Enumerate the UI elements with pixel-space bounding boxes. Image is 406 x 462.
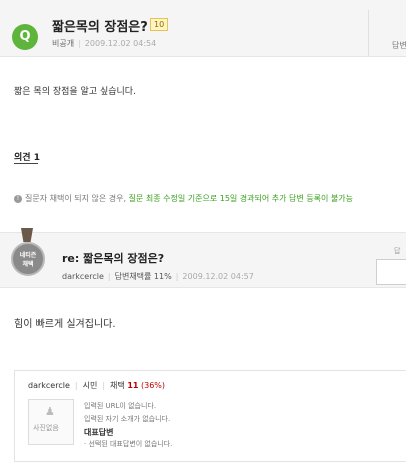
medal-line2: 채택 xyxy=(22,261,34,268)
profile-adopt-label: 채택 xyxy=(110,381,125,390)
opinion-count[interactable]: 의견 1 xyxy=(14,150,40,163)
answer-side-button[interactable] xyxy=(376,259,406,285)
question-points-badge: 10 xyxy=(150,18,169,31)
profile-summary: darkcercle | 시민 | 채택 11 (36%) xyxy=(28,380,165,391)
answer-side-label: 답 xyxy=(394,247,401,255)
answer-meta: darkcercle | 답변채택률 11% | 2009.12.02 04:57 xyxy=(62,271,254,282)
netizen-adopted-medal-icon: 네티즌 채택 xyxy=(11,242,45,276)
answer-author[interactable]: darkcercle xyxy=(62,272,104,281)
representative-answer-title: 대표답변 xyxy=(84,428,114,437)
profile-adopt-count: 11 xyxy=(127,381,139,390)
answer-body: 힘이 빠르게 실겨집니다. xyxy=(14,319,116,330)
answer-adoption-rate: 답변채택률 11% xyxy=(114,272,172,281)
meta-separator: | xyxy=(102,381,106,390)
question-date: 2009.12.02 04:54 xyxy=(84,39,157,48)
answer-title: re: 짧은목의 장점은? xyxy=(62,252,165,265)
medal-line1: 네티즌 xyxy=(19,252,37,259)
person-icon: ♟ xyxy=(45,405,55,418)
adoption-notice: ! 질문자 채택이 되지 않은 경우, 질문 최종 수정일 기준으로 15일 경과… xyxy=(14,193,353,204)
meta-separator: | xyxy=(78,39,81,48)
meta-separator: | xyxy=(107,272,111,281)
meta-separator: | xyxy=(175,272,179,281)
profile-name[interactable]: darkcercle xyxy=(28,381,70,390)
opinion-underline xyxy=(14,163,38,164)
profile-url: 입력된 URL이 없습니다. xyxy=(84,402,157,410)
representative-answer-item: · 선택된 대표답변이 없습니다. xyxy=(84,440,173,448)
question-title[interactable]: 짧은목의 장점은? xyxy=(52,16,148,35)
profile-intro: 입력된 자기 소개가 없습니다. xyxy=(84,415,171,423)
question-badge-icon: Q xyxy=(12,24,38,50)
profile-rank: 시민 xyxy=(82,381,98,390)
answer-date: 2009.12.02 04:57 xyxy=(182,272,254,281)
question-meta: 비공개 | 2009.12.02 04:54 xyxy=(52,38,156,49)
profile-photo-label: 사진없음 xyxy=(33,424,59,432)
notice-text: 질문자 채택이 되지 않은 경우, xyxy=(25,194,127,203)
info-icon: ! xyxy=(14,195,22,203)
notice-highlight: 질문 최종 수정일 기준으로 15일 경과되어 추가 답변 등록이 불가능 xyxy=(128,194,354,203)
meta-separator: | xyxy=(74,381,78,390)
answer-tab[interactable]: 답변 xyxy=(392,40,406,51)
question-author: 비공개 xyxy=(52,39,75,48)
header-divider xyxy=(368,10,369,56)
profile-adopt-percent: (36%) xyxy=(141,381,166,390)
question-body: 짧은 목의 장점을 알고 싶습니다. xyxy=(14,87,136,97)
